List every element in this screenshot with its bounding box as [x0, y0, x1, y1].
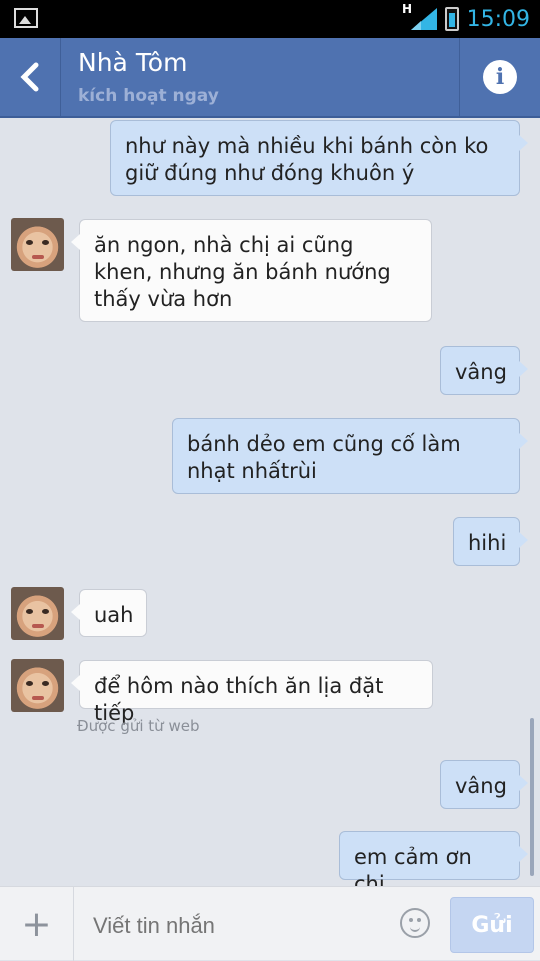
- message-incoming: uah: [71, 589, 147, 637]
- message-list[interactable]: như này mà nhiều khi bánh còn ko giữ đún…: [0, 118, 540, 886]
- message-text: hihi: [468, 531, 507, 555]
- info-icon: i: [483, 60, 517, 94]
- message-text: như này mà nhiều khi bánh còn ko giữ đún…: [125, 134, 489, 185]
- message-incoming: để hôm nào thích ăn lịa đặt tiếp: [71, 660, 433, 725]
- message-outgoing: như này mà nhiều khi bánh còn ko giữ đún…: [110, 120, 528, 196]
- message-text: ăn ngon, nhà chị ai cũng khen, nhưng ăn …: [94, 233, 391, 311]
- message-text: em cảm ơn chị: [354, 845, 472, 886]
- message-text: uah: [94, 603, 134, 627]
- clock: 15:09: [466, 6, 530, 32]
- contact-avatar[interactable]: [11, 587, 64, 640]
- scrollbar[interactable]: [530, 718, 534, 876]
- attach-button[interactable]: +: [0, 887, 74, 961]
- emoji-icon[interactable]: [400, 908, 430, 938]
- plus-icon: +: [21, 903, 52, 945]
- message-input[interactable]: [91, 909, 375, 943]
- message-outgoing: hihi: [453, 517, 528, 566]
- message-outgoing: em cảm ơn chị: [339, 831, 528, 886]
- signal-icon: [410, 8, 437, 30]
- message-text: vâng: [455, 360, 507, 384]
- image-icon: [14, 8, 38, 28]
- message-text: bánh dẻo em cũng cố làm nhạt nhấtrùi: [187, 432, 461, 483]
- message-outgoing: bánh dẻo em cũng cố làm nhạt nhấtrùi: [172, 418, 528, 494]
- conversation-subtitle[interactable]: kích hoạt ngay: [78, 86, 219, 106]
- battery-icon: [444, 7, 459, 31]
- back-icon: [20, 62, 39, 92]
- message-composer: + Gửi: [0, 886, 540, 961]
- send-button[interactable]: Gửi: [450, 897, 534, 953]
- sent-from-web-note: Được gửi từ web: [77, 717, 200, 735]
- info-button[interactable]: i: [459, 38, 540, 116]
- back-button[interactable]: [0, 38, 61, 116]
- message-outgoing: vâng: [440, 346, 528, 395]
- contact-avatar[interactable]: [11, 659, 64, 712]
- message-text: vâng: [455, 774, 507, 798]
- message-outgoing: vâng: [440, 760, 528, 809]
- status-bar: H 15:09: [0, 0, 540, 38]
- message-incoming: ăn ngon, nhà chị ai cũng khen, nhưng ăn …: [71, 219, 432, 322]
- conversation-title: Nhà Tôm: [78, 48, 188, 77]
- contact-avatar[interactable]: [11, 218, 64, 271]
- conversation-header: Nhà Tôm kích hoạt ngay i: [0, 38, 540, 118]
